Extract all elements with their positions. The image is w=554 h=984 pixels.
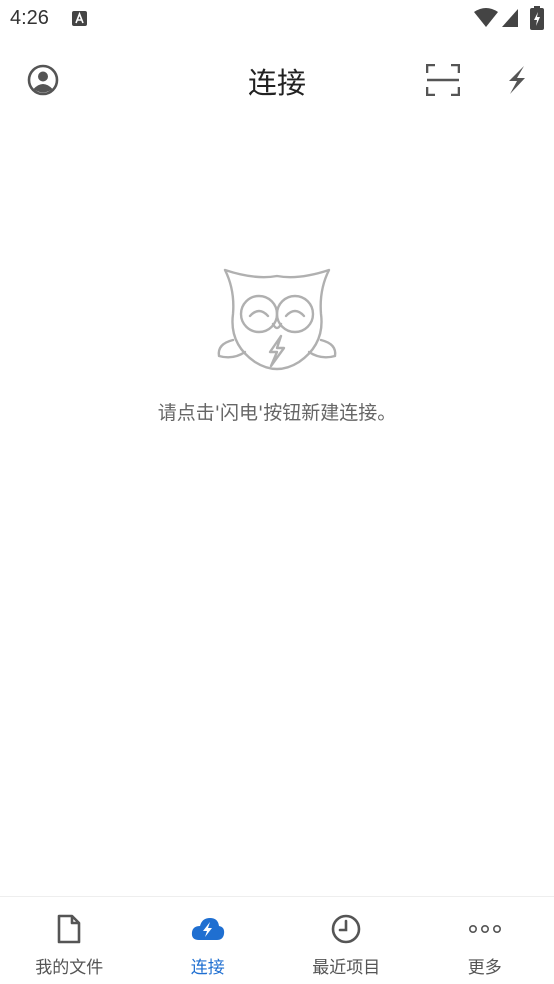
empty-state: 请点击'闪电'按钮新建连接。	[0, 266, 554, 425]
scan-frame-icon	[426, 64, 460, 96]
document-icon	[57, 914, 81, 944]
cloud-flash-icon	[191, 918, 224, 940]
owl-mascot-icon	[217, 268, 337, 371]
app-bar: 连接	[0, 40, 554, 120]
page-title: 连接	[247, 66, 306, 100]
nav-label-my-files: 我的文件	[35, 958, 104, 978]
empty-state-message: 请点击'闪电'按钮新建连接。	[157, 402, 397, 424]
bottom-navigation: 我的文件 连接 最近项目 更多	[0, 896, 554, 984]
nav-label-more: 更多	[467, 958, 502, 978]
app-notification-icon	[72, 11, 87, 26]
lightning-icon	[509, 66, 525, 94]
nav-label-recent: 最近项目	[312, 958, 381, 978]
nav-label-connections: 连接	[190, 958, 225, 978]
nav-item-more[interactable]: 更多	[416, 897, 554, 984]
nav-item-my-files[interactable]: 我的文件	[0, 897, 139, 984]
nav-item-recent[interactable]: 最近项目	[277, 897, 416, 984]
scan-button[interactable]	[419, 56, 467, 104]
clock-icon	[331, 914, 361, 944]
battery-icon	[530, 6, 544, 30]
status-bar: 4:26	[0, 0, 554, 40]
wifi-icon	[474, 8, 498, 27]
signal-icon	[502, 9, 518, 27]
nav-item-connections[interactable]: 连接	[139, 897, 278, 984]
more-dots-icon	[468, 924, 501, 934]
status-time: 4:26	[10, 7, 49, 29]
new-connection-button[interactable]	[493, 56, 541, 104]
